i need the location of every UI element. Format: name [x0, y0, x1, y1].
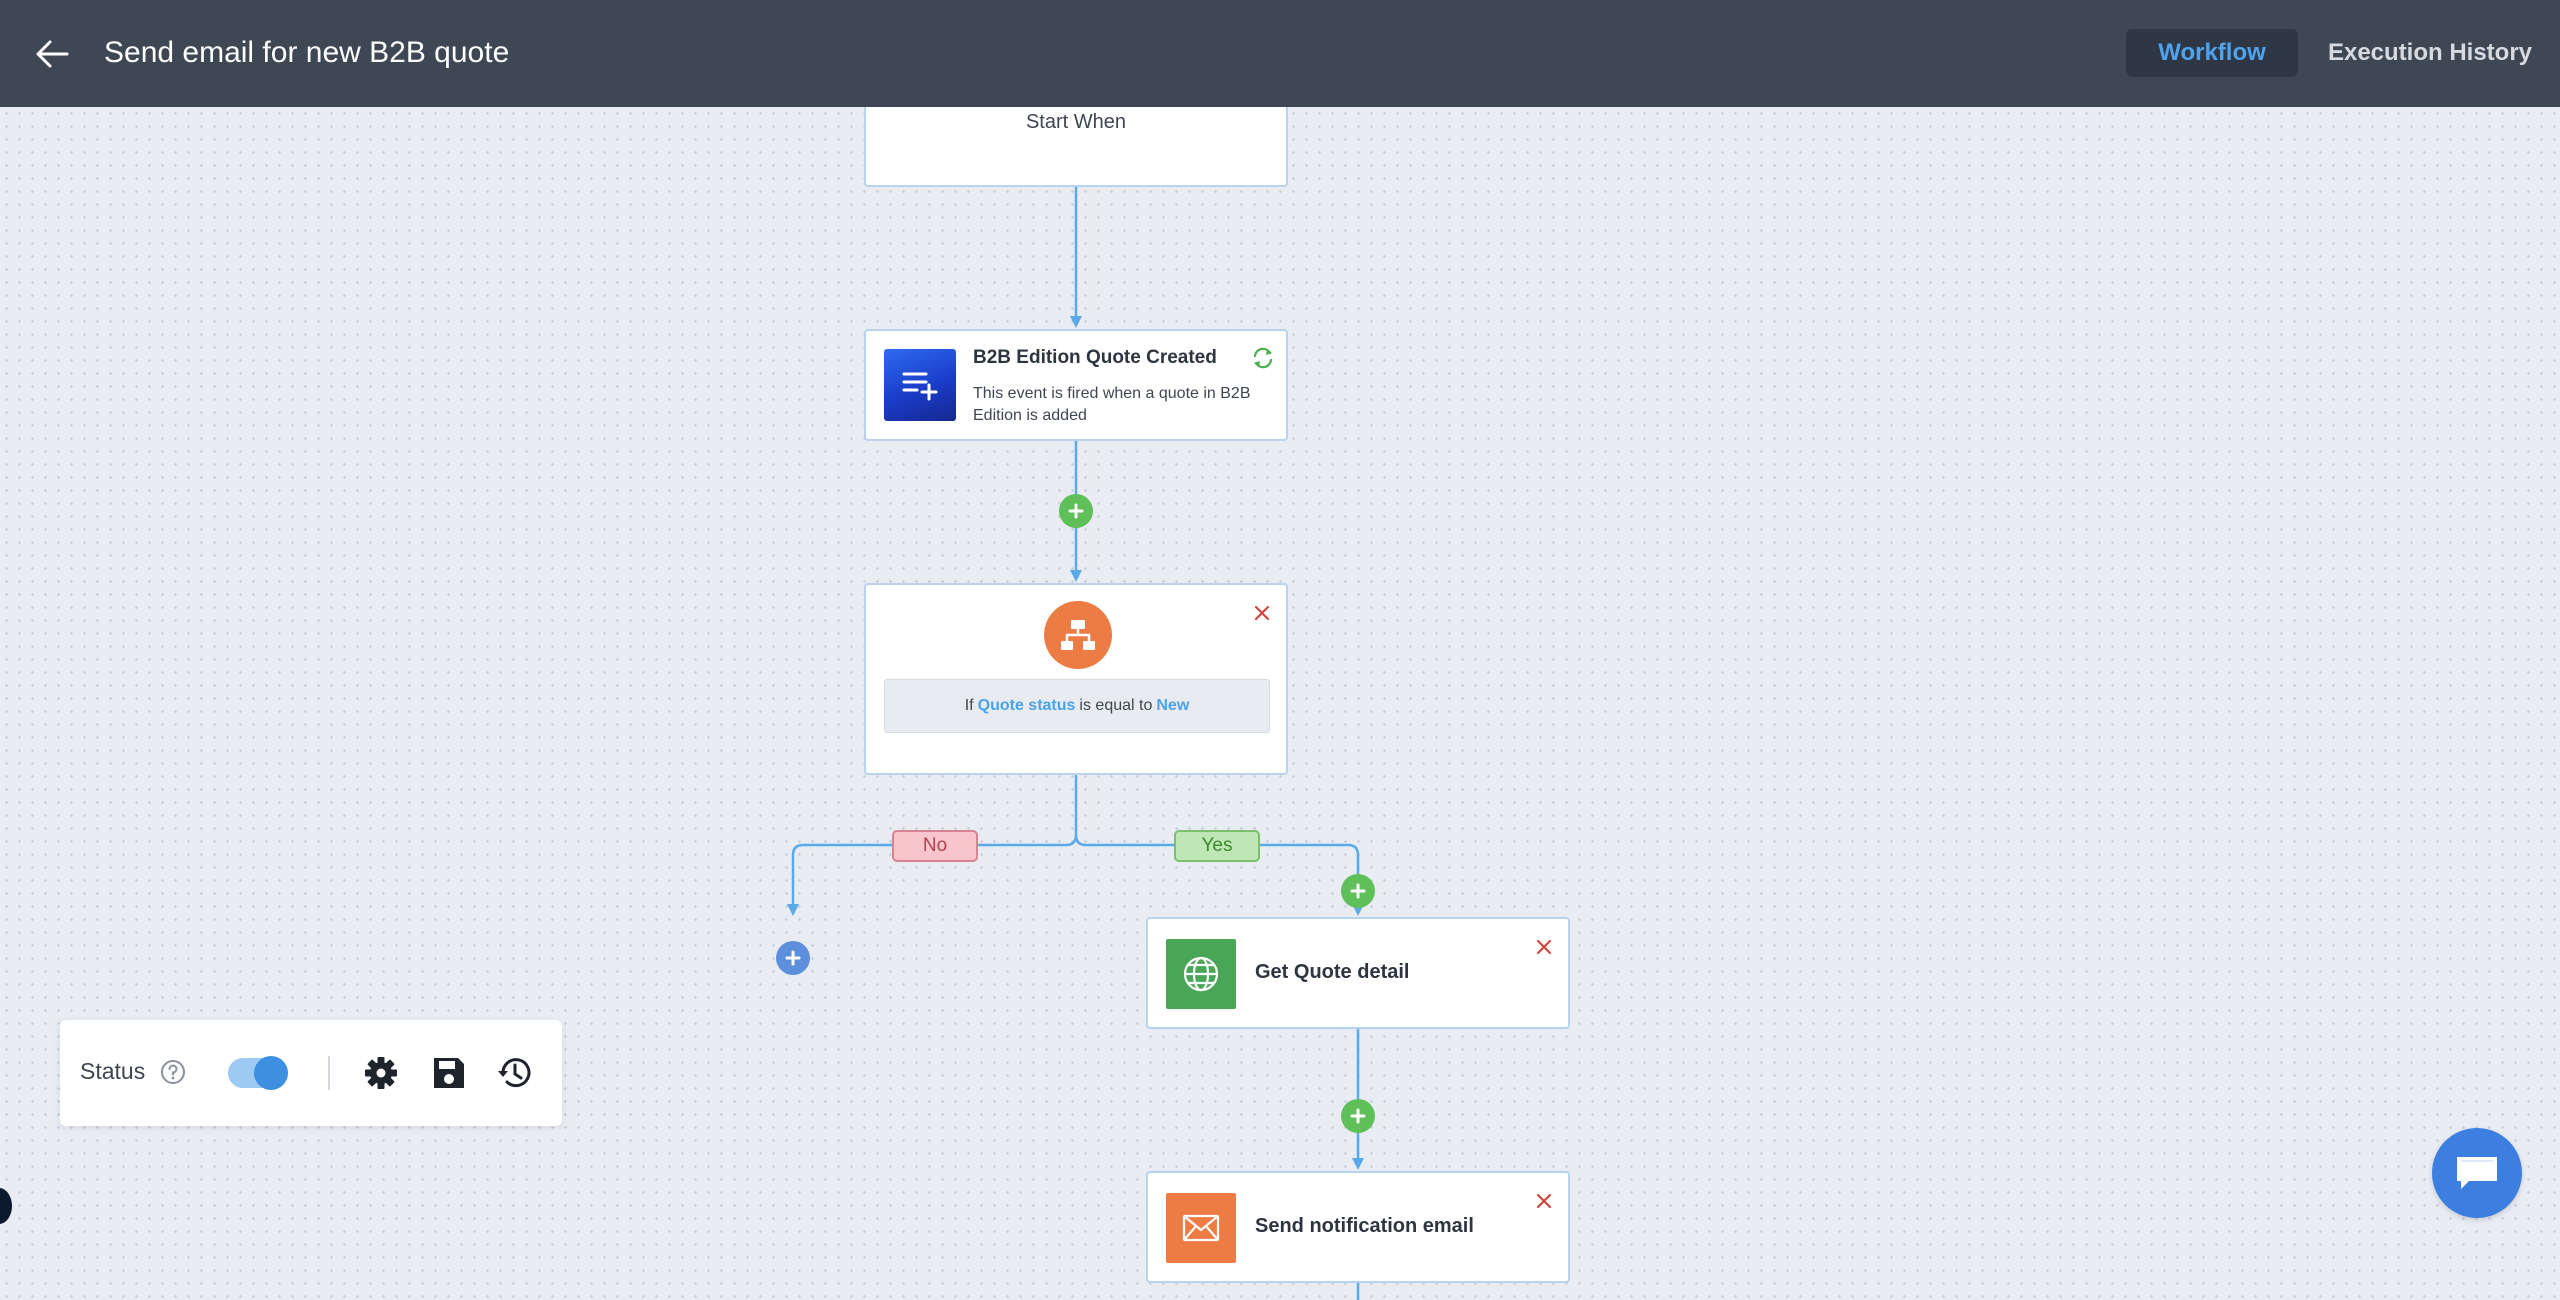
condition-value[interactable]: New — [1156, 697, 1189, 715]
refresh-icon[interactable] — [1250, 345, 1276, 371]
action-label: Get Quote detail — [1255, 961, 1410, 983]
globe-icon — [1166, 939, 1236, 1009]
add-step-button[interactable] — [1341, 1099, 1375, 1133]
chat-button[interactable] — [2432, 1128, 2522, 1218]
close-icon[interactable] — [1250, 601, 1274, 625]
gear-icon[interactable] — [362, 1054, 400, 1092]
plus-icon — [1068, 503, 1084, 519]
plus-icon — [1350, 883, 1366, 899]
back-button[interactable] — [30, 32, 74, 76]
status-toggle[interactable] — [228, 1056, 288, 1090]
envelope-icon — [1166, 1193, 1236, 1263]
start-node[interactable]: Start When — [864, 107, 1288, 187]
trigger-description: This event is fired when a quote in B2B … — [973, 385, 1251, 424]
tab-execution-history[interactable]: Execution History — [2322, 29, 2538, 77]
condition-expression[interactable]: If Quote status is equal to New — [884, 679, 1270, 733]
condition-prefix: If — [964, 697, 974, 714]
history-icon[interactable] — [496, 1054, 534, 1092]
list-add-icon — [884, 349, 956, 421]
arrow-left-icon — [36, 40, 69, 68]
add-step-no-branch-button[interactable] — [776, 941, 810, 975]
action-node-get-quote[interactable]: Get Quote detail — [1146, 917, 1570, 1029]
close-icon[interactable] — [1532, 935, 1556, 959]
close-icon[interactable] — [1532, 1189, 1556, 1213]
branch-yes-label: Yes — [1174, 830, 1260, 862]
add-step-button[interactable] — [1059, 494, 1093, 528]
tab-workflow[interactable]: Workflow — [2126, 29, 2298, 77]
condition-node[interactable]: If Quote status is equal to New — [864, 583, 1288, 775]
trigger-node[interactable]: B2B Edition Quote Created This event is … — [864, 329, 1288, 441]
add-step-yes-branch-button[interactable] — [1341, 874, 1375, 908]
toggle-knob — [254, 1056, 288, 1090]
status-label: Status — [80, 1058, 146, 1084]
trigger-title: B2B Edition Quote Created — [973, 347, 1217, 368]
branch-no-label: No — [892, 830, 978, 862]
condition-field[interactable]: Quote status — [978, 697, 1076, 715]
page-title: Send email for new B2B quote — [104, 36, 510, 69]
action-label: Send notification email — [1255, 1215, 1474, 1237]
top-header: Send email for new B2B quote Workflow Ex… — [0, 0, 2560, 107]
plus-icon — [1350, 1108, 1366, 1124]
action-node-send-email[interactable]: Send notification email — [1146, 1171, 1570, 1283]
help-icon[interactable] — [159, 1058, 187, 1086]
plus-icon — [785, 950, 801, 966]
chat-icon — [2457, 1157, 2497, 1189]
save-icon[interactable] — [430, 1054, 468, 1092]
condition-operator: is equal to — [1079, 697, 1153, 714]
toolbar-divider — [328, 1056, 330, 1090]
sitemap-icon — [1044, 601, 1112, 669]
start-label: Start When — [1025, 111, 1127, 133]
status-toolbar: Status — [60, 1020, 562, 1126]
